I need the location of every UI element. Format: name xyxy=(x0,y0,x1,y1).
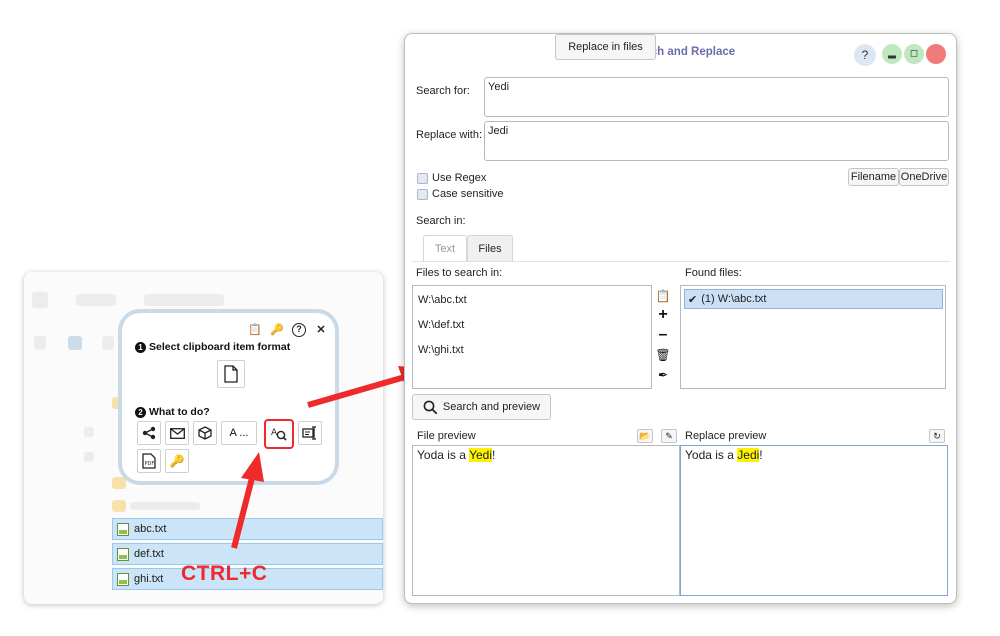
replace-with-label: Replace with: xyxy=(416,129,483,141)
tab-files[interactable]: Files xyxy=(467,235,513,261)
found-files-label: Found files: xyxy=(685,267,742,279)
trash-icon[interactable]: 🗑 xyxy=(655,347,671,363)
search-icon xyxy=(423,400,438,414)
search-replace-dialog: Search and Replace ? ▂ ◻ Search for: Yed… xyxy=(404,33,957,604)
help-button[interactable]: ? xyxy=(854,44,876,66)
check-icon: ✔ xyxy=(688,293,698,306)
shortcut-label: CTRL+C xyxy=(181,562,268,585)
tab-divider xyxy=(412,261,950,262)
filename-button[interactable]: Filename xyxy=(848,168,899,186)
search-for-label: Search for: xyxy=(416,85,470,97)
replace-in-files-button[interactable]: Replace in files xyxy=(555,34,656,60)
refresh-icon[interactable]: ↻ xyxy=(929,429,945,443)
list-item[interactable]: W:\abc.txt xyxy=(418,294,467,306)
close-button[interactable] xyxy=(926,44,946,64)
edit-file-icon[interactable]: ✎ xyxy=(661,429,677,443)
replace-preview-pane[interactable]: Yoda is a Jedi! xyxy=(680,445,948,596)
found-file-item[interactable]: ✔ (1) W:\abc.txt xyxy=(684,289,943,309)
checkbox-box xyxy=(417,172,428,184)
use-regex-checkbox[interactable]: Use Regex xyxy=(417,172,486,184)
paste-list-icon[interactable]: 📋 xyxy=(655,288,671,304)
add-icon[interactable]: + xyxy=(655,307,671,323)
search-in-label: Search in: xyxy=(416,215,466,227)
minimize-button[interactable]: ▂ xyxy=(882,44,902,64)
found-files-list[interactable]: ✔ (1) W:\abc.txt xyxy=(680,285,946,389)
case-sensitive-checkbox[interactable]: Case sensitive xyxy=(417,188,504,200)
replace-input[interactable]: Jedi xyxy=(484,121,949,161)
file-preview-label: File preview xyxy=(417,430,476,442)
search-input[interactable]: Yedi xyxy=(484,77,949,117)
match-highlight: Yedi xyxy=(469,448,492,462)
replacement-highlight: Jedi xyxy=(737,448,760,462)
files-list[interactable]: W:\abc.txt W:\def.txt W:\ghi.txt xyxy=(412,285,652,389)
search-preview-button[interactable]: Search and preview xyxy=(412,394,551,420)
replace-preview-label: Replace preview xyxy=(685,430,767,442)
minimize-icon: ▂ xyxy=(888,48,896,59)
arrow-to-button-shaft xyxy=(231,477,255,549)
maximize-button[interactable]: ◻ xyxy=(904,44,924,64)
feather-icon[interactable]: ✒ xyxy=(655,367,671,383)
open-folder-icon[interactable]: 📂 xyxy=(637,429,653,443)
remove-icon[interactable]: – xyxy=(655,327,671,343)
list-item[interactable]: W:\def.txt xyxy=(418,319,464,331)
checkbox-box xyxy=(417,188,428,200)
list-item[interactable]: W:\ghi.txt xyxy=(418,344,464,356)
arrow-to-button-head xyxy=(241,452,264,482)
file-preview-pane[interactable]: Yoda is a Yedi! xyxy=(412,445,680,596)
arrow-to-dialog-shaft xyxy=(307,374,406,408)
tab-text[interactable]: Text xyxy=(423,235,467,261)
files-to-search-label: Files to search in: xyxy=(416,267,503,279)
onedrive-button[interactable]: OneDrive xyxy=(899,168,949,186)
maximize-icon: ◻ xyxy=(909,48,919,59)
